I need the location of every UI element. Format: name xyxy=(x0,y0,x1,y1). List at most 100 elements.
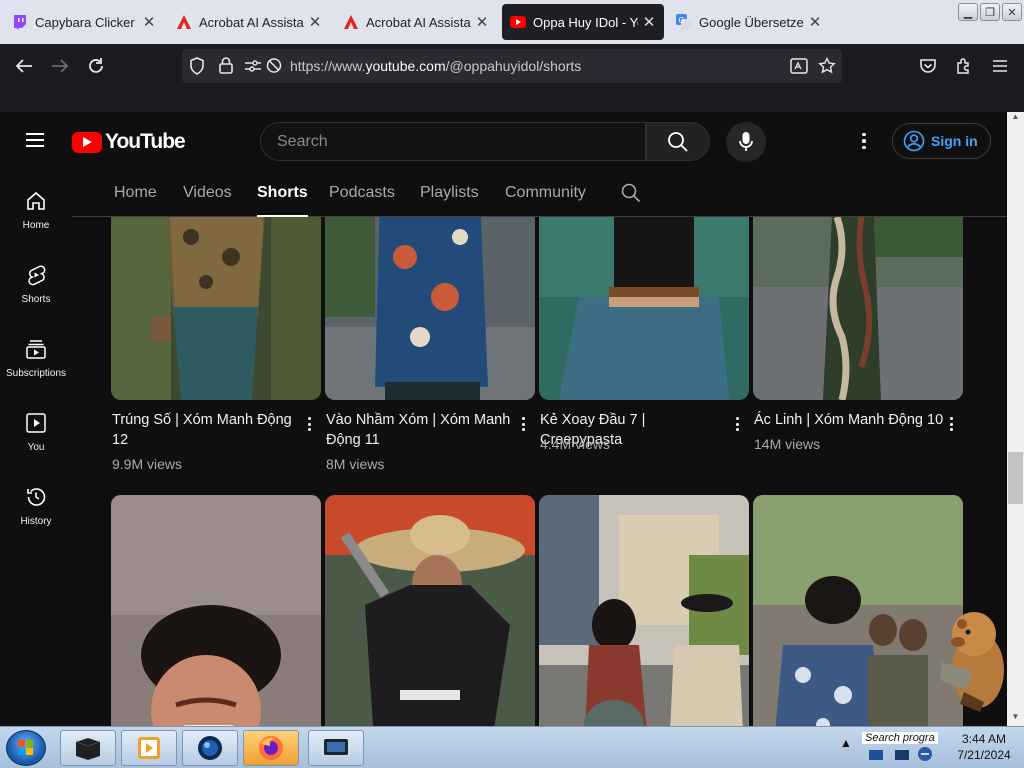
bookmark-star-icon[interactable] xyxy=(818,56,836,80)
guide-item-you[interactable]: You xyxy=(0,394,72,464)
guide-item-shorts[interactable]: Shorts xyxy=(0,246,72,316)
short-title[interactable]: Vào Nhầm Xóm | Xóm Manh Động 11 xyxy=(326,410,512,450)
browser-tab-title: Oppa Huy IDol - You xyxy=(533,14,638,30)
display-tray-icon[interactable] xyxy=(894,748,910,762)
tab-shorts[interactable]: Shorts xyxy=(257,184,308,217)
svg-text:G: G xyxy=(679,16,685,25)
short-title[interactable]: Trúng Số | Xóm Manh Động 12 xyxy=(112,410,298,450)
app-menu-icon[interactable] xyxy=(987,54,1013,78)
short-views: 9.9M views xyxy=(112,456,183,472)
window-controls: ▁ ❐ ✕ xyxy=(958,3,1022,21)
short-thumbnail[interactable] xyxy=(325,217,535,400)
tab-home[interactable]: Home xyxy=(114,184,157,202)
taskbar-clock[interactable]: 3:44 AM 7/21/2024 xyxy=(944,731,1024,763)
short-title[interactable]: Ác Linh | Xóm Manh Động 10 xyxy=(754,410,944,430)
search-input[interactable] xyxy=(261,123,621,160)
taskbar-app-media[interactable] xyxy=(121,730,177,766)
browser-tab-acrobat-1[interactable]: Acrobat AI Assistant: ✕ xyxy=(168,4,330,40)
shorts-grid: Trúng Số | Xóm Manh Động 12 9.9M views V… xyxy=(72,217,1007,726)
short-views: 14M views xyxy=(754,436,821,452)
taskbar-app-display[interactable] xyxy=(308,730,364,766)
tab-playlists[interactable]: Playlists xyxy=(420,184,479,202)
short-more-icon[interactable] xyxy=(518,415,528,433)
page-scrollbar[interactable]: ▲ ▼ xyxy=(1007,112,1024,726)
extensions-icon[interactable] xyxy=(951,54,977,78)
browser-tab-google-translate[interactable]: G Google Übersetzer ✕ xyxy=(668,4,830,40)
acrobat-icon xyxy=(343,14,359,30)
short-thumbnail[interactable] xyxy=(753,495,963,726)
guide-sidebar: Home Shorts Subscriptions You History xyxy=(0,170,72,726)
show-hidden-icons-icon[interactable]: ▲ xyxy=(840,736,852,750)
voice-search-button[interactable] xyxy=(726,122,766,162)
guide-item-subscriptions[interactable]: Subscriptions xyxy=(0,320,72,390)
guide-label: Subscriptions xyxy=(5,368,67,379)
tab-community[interactable]: Community xyxy=(505,184,586,202)
back-arrow-icon[interactable] xyxy=(11,54,37,78)
capybara-mascot-overlay[interactable] xyxy=(940,602,1008,714)
start-search-box[interactable]: Search progra xyxy=(862,732,938,744)
channel-search-icon[interactable] xyxy=(621,183,641,208)
short-thumbnail[interactable] xyxy=(539,217,749,400)
tab-podcasts[interactable]: Podcasts xyxy=(329,184,395,202)
scroll-down-arrow-icon[interactable]: ▼ xyxy=(1007,712,1024,726)
url-text[interactable]: https://www.youtube.com/@oppahuyidol/sho… xyxy=(290,58,581,74)
tracking-protection-shield-icon[interactable] xyxy=(189,57,205,80)
short-more-icon[interactable] xyxy=(304,415,314,433)
sign-in-button[interactable]: Sign in xyxy=(892,123,991,159)
close-icon[interactable]: ✕ xyxy=(142,13,156,31)
scroll-up-arrow-icon[interactable]: ▲ xyxy=(1007,112,1024,126)
system-tray: ▲ Search progra xyxy=(838,730,944,766)
twitch-icon xyxy=(12,14,28,30)
home-icon xyxy=(27,191,45,210)
browser-tab-capybara[interactable]: Capybara Clicker ✕ xyxy=(4,4,164,40)
pocket-icon[interactable] xyxy=(915,54,941,78)
settings-more-icon[interactable] xyxy=(854,131,874,151)
short-thumbnail[interactable] xyxy=(753,217,963,400)
close-icon[interactable]: ✕ xyxy=(642,13,656,31)
start-button-icon[interactable] xyxy=(6,730,46,766)
youtube-logo[interactable]: YouTube xyxy=(72,130,186,154)
close-icon[interactable]: ✕ xyxy=(808,13,822,31)
close-window-icon[interactable]: ✕ xyxy=(1002,3,1022,21)
youtube-play-icon xyxy=(72,131,102,153)
address-bar[interactable]: https://www.youtube.com/@oppahuyidol/sho… xyxy=(182,49,842,83)
taskbar-app-globe[interactable] xyxy=(182,730,238,766)
autoplay-blocked-icon[interactable] xyxy=(266,57,282,79)
permissions-icon[interactable] xyxy=(244,58,262,79)
search-button[interactable] xyxy=(646,122,710,161)
short-more-icon[interactable] xyxy=(946,415,956,433)
reload-icon[interactable] xyxy=(83,54,109,78)
google-translate-icon: G xyxy=(676,14,692,30)
scrollbar-thumb[interactable] xyxy=(1008,452,1023,504)
guide-menu-icon[interactable] xyxy=(24,130,48,150)
browser-navigation-bar: https://www.youtube.com/@oppahuyidol/sho… xyxy=(0,44,1024,112)
browser-tab-youtube[interactable]: Oppa Huy IDol - You ✕ xyxy=(502,4,664,40)
restore-icon[interactable]: ❐ xyxy=(980,3,1000,21)
guide-item-history[interactable]: History xyxy=(0,468,72,538)
guide-item-home[interactable]: Home xyxy=(0,172,72,242)
taskbar-app-terminal[interactable] xyxy=(60,730,116,766)
short-more-icon[interactable] xyxy=(732,415,742,433)
search-icon xyxy=(668,131,688,152)
short-views: 4.4M views xyxy=(540,436,611,452)
short-thumbnail[interactable] xyxy=(111,217,321,400)
guide-label: Shorts xyxy=(21,294,51,305)
browser-tab-title: Capybara Clicker xyxy=(35,14,135,30)
close-icon[interactable]: ✕ xyxy=(475,13,489,31)
short-thumbnail[interactable] xyxy=(539,495,749,726)
translate-page-icon[interactable] xyxy=(790,58,808,79)
short-thumbnail[interactable] xyxy=(111,495,321,726)
volume-icon[interactable] xyxy=(916,746,934,762)
forward-arrow-icon[interactable] xyxy=(47,54,73,78)
you-icon xyxy=(26,413,46,433)
short-views: 8M views xyxy=(326,456,385,472)
tab-videos[interactable]: Videos xyxy=(183,184,232,202)
network-icon[interactable] xyxy=(868,748,884,762)
close-icon[interactable]: ✕ xyxy=(308,13,322,31)
browser-tab-acrobat-2[interactable]: Acrobat AI Assistant: ✕ xyxy=(335,4,497,40)
minimize-icon[interactable]: ▁ xyxy=(958,3,978,21)
lock-icon[interactable] xyxy=(219,57,233,79)
browser-tab-title: Acrobat AI Assistant: xyxy=(199,14,304,30)
taskbar-app-firefox[interactable] xyxy=(243,730,299,766)
short-thumbnail[interactable] xyxy=(325,495,535,726)
